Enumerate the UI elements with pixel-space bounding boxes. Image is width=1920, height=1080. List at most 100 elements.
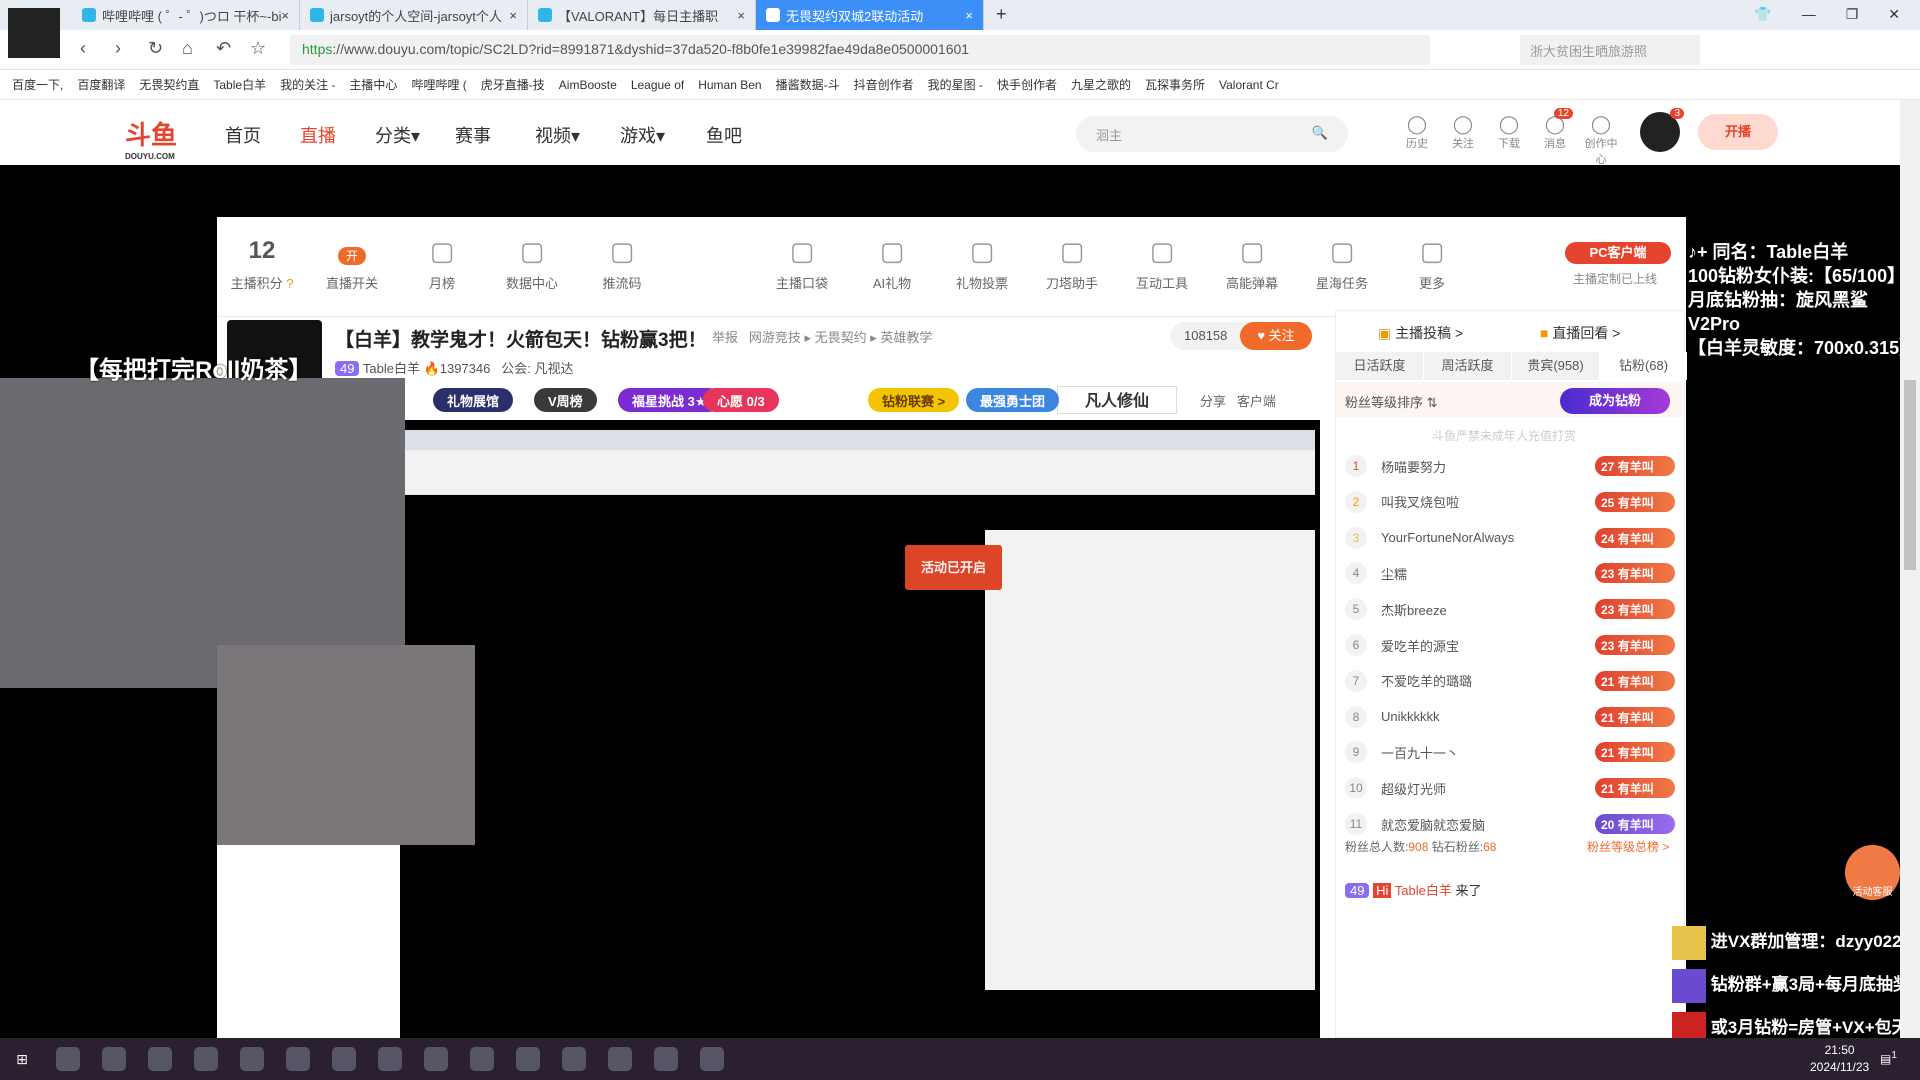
bookmark-item[interactable]: 抖音创作者	[854, 76, 914, 93]
rank-row[interactable]: 3 YourFortuneNorAlways 24 有羊叫	[1345, 520, 1675, 556]
tab-diamond[interactable]: 钻粉(68)	[1600, 352, 1687, 380]
bookmark-item[interactable]: Human Ben	[698, 78, 761, 92]
bookmark-item[interactable]: 百度翻译	[77, 76, 125, 93]
activity-chip[interactable]: V周榜	[534, 388, 597, 412]
bookmark-item[interactable]: 快手创作者	[997, 76, 1057, 93]
fan-name[interactable]: 尘糯	[1381, 564, 1595, 583]
welcome-user[interactable]: Table白羊	[1395, 883, 1452, 898]
notification-icon[interactable]: ▤1	[1880, 1050, 1897, 1066]
activity-started-button[interactable]: 活动已开启	[905, 545, 1002, 590]
steam-icon[interactable]	[148, 1047, 172, 1071]
toolbar-7[interactable]: ▢ 礼物投票	[942, 229, 1022, 292]
nav-item[interactable]: 视频▾	[535, 122, 580, 148]
browser-search-input[interactable]: 浙大贫困生晒旅游照	[1520, 35, 1700, 65]
fan-name[interactable]: 杨喵要努力	[1381, 457, 1595, 476]
url-input[interactable]: https://www.douyu.com/topic/SC2LD?rid=89…	[290, 35, 1430, 65]
game-icon[interactable]	[332, 1047, 356, 1071]
toolbar-8[interactable]: ▢ 刀塔助手	[1032, 229, 1112, 292]
bell-button[interactable]: ◯ 消息 12	[1535, 108, 1575, 151]
fan-name[interactable]: YourFortuneNorAlways	[1381, 530, 1595, 545]
breadcrumb-item[interactable]: 无畏契约	[815, 330, 867, 345]
rank-row[interactable]: 7 不爱吃羊的璐璐 21 有羊叫	[1345, 663, 1675, 699]
toolbar-11[interactable]: ▢ 星海任务	[1302, 229, 1382, 292]
restore-icon[interactable]: ❐	[1846, 6, 1859, 24]
close-icon[interactable]: ×	[965, 8, 973, 23]
toolbar-10[interactable]: ▢ 高能弹幕	[1212, 229, 1292, 292]
chrome2-icon[interactable]	[700, 1047, 724, 1071]
clock-button[interactable]: ◯ 历史	[1397, 114, 1437, 151]
breadcrumb-item[interactable]: 英雄教学	[880, 330, 932, 345]
fan-name[interactable]: 就恋爱脑就恋爱脑	[1381, 815, 1595, 834]
rank-row[interactable]: 4 尘糯 23 有羊叫	[1345, 555, 1675, 591]
toolbar-1[interactable]: ▢ 月榜	[402, 229, 482, 292]
bookmark-item[interactable]: 九星之歌的	[1071, 76, 1131, 93]
minimize-icon[interactable]: —	[1802, 6, 1816, 24]
clock[interactable]: 21:50 2024/11/23	[1810, 1042, 1869, 1076]
nav-item[interactable]: 鱼吧	[706, 122, 742, 148]
bookmark-item[interactable]: League of	[631, 78, 684, 92]
browser-tab[interactable]: 【VALORANT】每日主播职 ×	[528, 0, 756, 30]
live-switch[interactable]: 开	[337, 247, 366, 265]
bookmark-item[interactable]: 虎牙直播-技	[481, 76, 545, 93]
nav-item[interactable]: 直播	[300, 122, 336, 148]
rank-row[interactable]: 11 就恋爱脑就恋爱脑 20 有羊叫	[1345, 806, 1675, 842]
activity-chip[interactable]: 最强勇士团	[966, 388, 1060, 412]
douyu-icon[interactable]	[240, 1047, 264, 1071]
bookmark-item[interactable]: 我的关注 -	[280, 76, 335, 93]
bookmark-item[interactable]: 瓦探事务所	[1145, 76, 1205, 93]
activity-chip[interactable]: 心愿 0/3	[703, 388, 779, 412]
fan-name[interactable]: 不爱吃羊的璐璐	[1381, 671, 1595, 690]
bookmark-item[interactable]: AimBooste	[559, 78, 617, 92]
share-button[interactable]: 分享	[1200, 394, 1226, 409]
obs-icon[interactable]	[608, 1047, 632, 1071]
follow-button[interactable]: ♥ 关注	[1240, 322, 1312, 350]
fanren-banner[interactable]: 凡人修仙	[1057, 386, 1177, 414]
bookmark-item[interactable]: Table白羊	[213, 76, 266, 93]
new-tab-button[interactable]: +	[984, 0, 1019, 30]
rank-row[interactable]: 2 叫我叉烧包啦 25 有羊叫	[1345, 484, 1675, 520]
pc-client-button[interactable]: PC客户端	[1565, 242, 1671, 264]
service-button[interactable]: 活动客服	[1845, 845, 1900, 900]
search-icon[interactable]: 🔍	[1312, 125, 1328, 141]
close-icon[interactable]: ×	[509, 8, 517, 23]
bulb-button[interactable]: ◯ 创作中心	[1581, 114, 1621, 167]
breadcrumb-item[interactable]: 网游竞技	[749, 330, 801, 345]
tab-weekly[interactable]: 周活跃度	[1424, 352, 1511, 380]
close-icon[interactable]: ×	[737, 8, 745, 23]
fan-name[interactable]: 一百九十一丶	[1381, 743, 1595, 762]
toolbar-5[interactable]: ▢ 主播口袋	[762, 229, 842, 292]
edge-icon[interactable]	[102, 1047, 126, 1071]
player-icon[interactable]	[424, 1047, 448, 1071]
client-button[interactable]: 客户端	[1237, 394, 1276, 409]
rank-row[interactable]: 5 杰斯breeze 23 有羊叫	[1345, 591, 1675, 627]
page-scrollbar[interactable]	[1900, 100, 1920, 1038]
close-window-icon[interactable]: ✕	[1888, 6, 1900, 24]
home-icon[interactable]: ⌂	[182, 38, 193, 59]
fan-name[interactable]: 超级灯光师	[1381, 779, 1595, 798]
nav-item[interactable]: 分类▾	[375, 122, 420, 148]
browser-tab[interactable]: jarsoyt的个人空间-jarsoyt个人 ×	[300, 0, 528, 30]
fan-name[interactable]: Unikkkkkk	[1381, 709, 1595, 724]
chrome-icon[interactable]	[378, 1047, 402, 1071]
bookmark-item[interactable]: 播酱数据-斗	[776, 76, 840, 93]
nav-item[interactable]: 首页	[225, 122, 261, 148]
fan-name[interactable]: 叫我叉烧包啦	[1381, 492, 1595, 511]
tab-daily[interactable]: 日活跃度	[1336, 352, 1423, 380]
lock-icon[interactable]	[286, 1047, 310, 1071]
user-avatar[interactable]: 3	[1640, 108, 1684, 152]
activity-chip[interactable]: 钻粉联赛 >	[868, 388, 960, 412]
fan-name[interactable]: 爱吃羊的源宝	[1381, 636, 1595, 655]
toolbar-2[interactable]: ▢ 数据中心	[492, 229, 572, 292]
rank-row[interactable]: 9 一百九十一丶 21 有羊叫	[1345, 734, 1675, 770]
undo-icon[interactable]: ↶	[216, 38, 231, 59]
bookmark-item[interactable]: 百度一下,	[12, 76, 63, 93]
toolbar-12[interactable]: ▢ 更多	[1392, 229, 1472, 292]
profile-avatar[interactable]	[8, 8, 60, 58]
anchor-name[interactable]: Table白羊	[363, 361, 420, 376]
tab-vip[interactable]: 贵宾(958)	[1512, 352, 1599, 380]
toolbar-6[interactable]: ▢ AI礼物	[852, 229, 932, 292]
rank-row[interactable]: 1 杨喵要努力 27 有羊叫	[1345, 448, 1675, 484]
upload-link[interactable]: ▣ 主播投稿 >	[1378, 323, 1463, 343]
become-diamond-button[interactable]: 成为钻粉	[1560, 388, 1670, 414]
bookmark-item[interactable]: 无畏契约直	[139, 76, 199, 93]
